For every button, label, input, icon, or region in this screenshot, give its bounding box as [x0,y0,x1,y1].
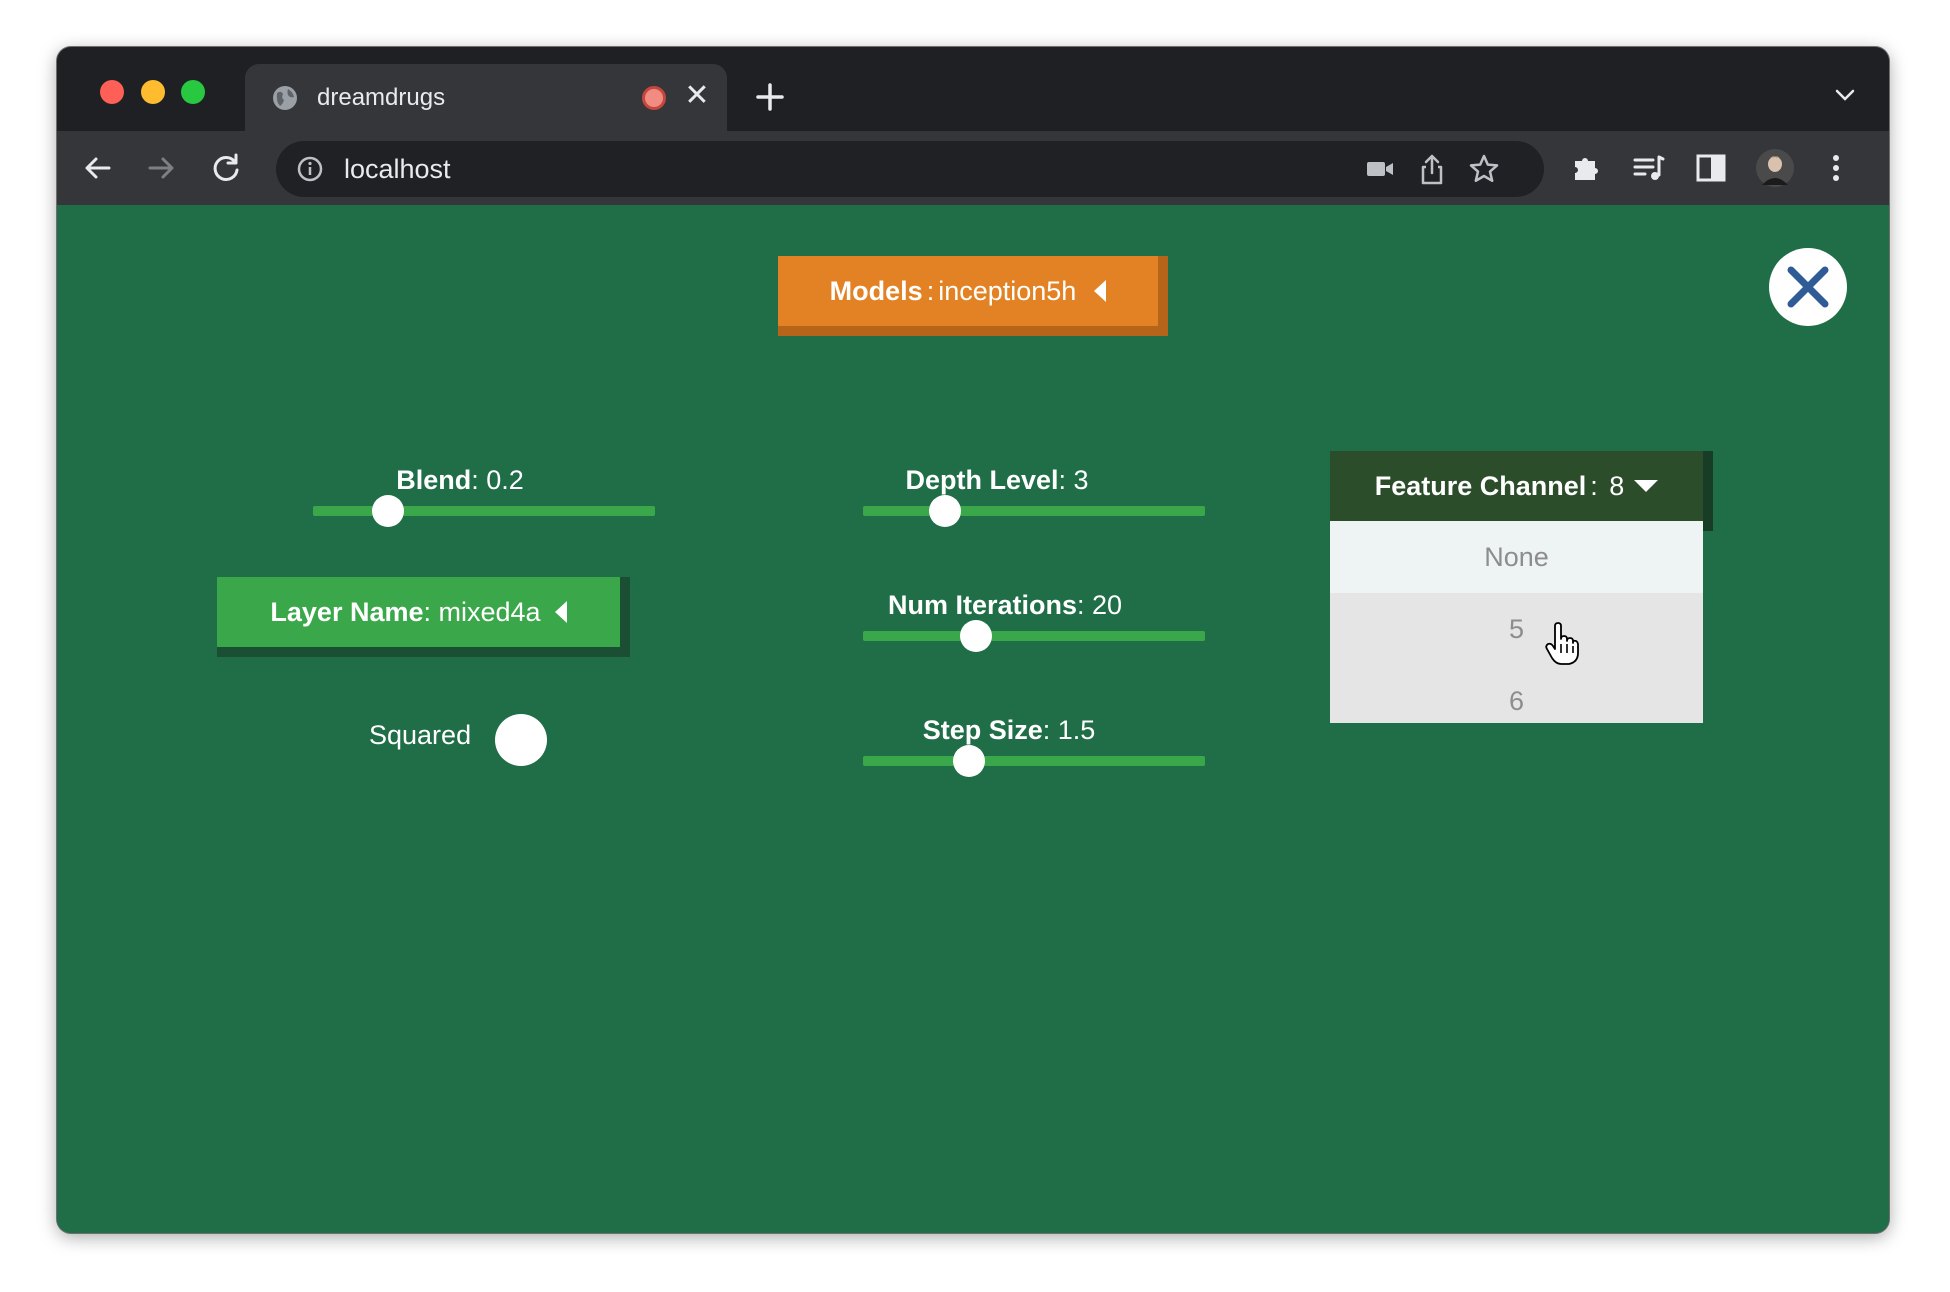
camera-icon[interactable] [1366,156,1394,182]
kebab-menu-icon[interactable] [1819,151,1853,185]
layer-name-label: Layer Name [270,596,424,627]
num-iterations-slider[interactable] [863,620,1205,652]
browser-window: dreamdrugs ✕ localhost Models: inceptio… [57,47,1889,1233]
tab-strip: dreamdrugs ✕ [57,47,1889,131]
window-minimize-button[interactable] [141,80,165,104]
profile-avatar[interactable] [1756,149,1794,187]
depth-level-slider[interactable] [863,495,1205,527]
feature-channel-value: 8 [1609,470,1625,501]
reload-icon[interactable] [209,151,243,185]
blend-slider[interactable] [313,495,655,527]
window-maximize-button[interactable] [181,80,205,104]
feature-channel-button[interactable]: Feature Channel: 8 [1330,451,1703,521]
num-iterations-slider-thumb[interactable] [959,620,992,652]
caret-left-icon [1094,280,1107,302]
site-info-icon[interactable] [296,155,324,183]
feature-channel-option[interactable]: 5 [1330,593,1703,665]
browser-tab[interactable]: dreamdrugs ✕ [245,64,727,131]
caret-down-icon [1634,480,1659,492]
tab-close-icon[interactable]: ✕ [681,80,713,112]
layer-name-button[interactable]: Layer Name: mixed4a [217,577,620,647]
step-size-label: Step Size: 1.5 [922,715,1096,745]
browser-toolbar: localhost [57,131,1889,205]
side-panel-icon[interactable] [1694,151,1728,185]
recording-icon [642,86,666,110]
tab-search-icon[interactable] [1833,83,1857,107]
models-value: inception5h [938,275,1077,306]
squared-label: Squared [369,720,472,750]
num-iterations-label: Num Iterations: 20 [887,590,1123,620]
layer-name-value: mixed4a [438,596,541,627]
caret-left-icon [554,601,567,623]
extensions-icon[interactable] [1569,151,1603,185]
hand-cursor-icon [1545,622,1579,665]
step-size-slider[interactable] [863,745,1205,777]
share-icon[interactable] [1419,153,1445,185]
squared-toggle[interactable] [495,714,547,766]
new-tab-icon[interactable] [752,79,788,115]
blend-label: Blend: 0.2 [396,465,524,495]
close-x-icon [1787,266,1829,308]
tab-title: dreamdrugs [317,84,446,111]
feature-channel-label: Feature Channel [1374,470,1587,501]
models-button[interactable]: Models: inception5h [778,256,1158,326]
feature-channel-option[interactable]: None [1330,521,1703,593]
globe-icon [273,86,297,110]
app-content: Models: inception5h Blend: 0.2 Depth Lev… [57,205,1889,1233]
url-text[interactable]: localhost [344,154,451,185]
step-size-slider-thumb[interactable] [953,745,986,777]
feature-channel-options: None 5 6 [1330,521,1703,723]
models-label: Models [829,275,923,306]
blend-slider-thumb[interactable] [372,495,405,527]
close-button[interactable] [1769,248,1847,326]
feature-channel-option[interactable]: 6 [1330,665,1703,723]
window-close-button[interactable] [100,80,124,104]
back-icon[interactable] [81,151,115,185]
forward-icon[interactable] [144,151,178,185]
bookmark-star-icon[interactable] [1468,153,1500,185]
reading-list-icon[interactable] [1631,151,1665,185]
address-bar[interactable]: localhost [276,141,1544,197]
depth-level-label: Depth Level: 3 [905,465,1089,495]
depth-level-slider-thumb[interactable] [929,495,962,527]
